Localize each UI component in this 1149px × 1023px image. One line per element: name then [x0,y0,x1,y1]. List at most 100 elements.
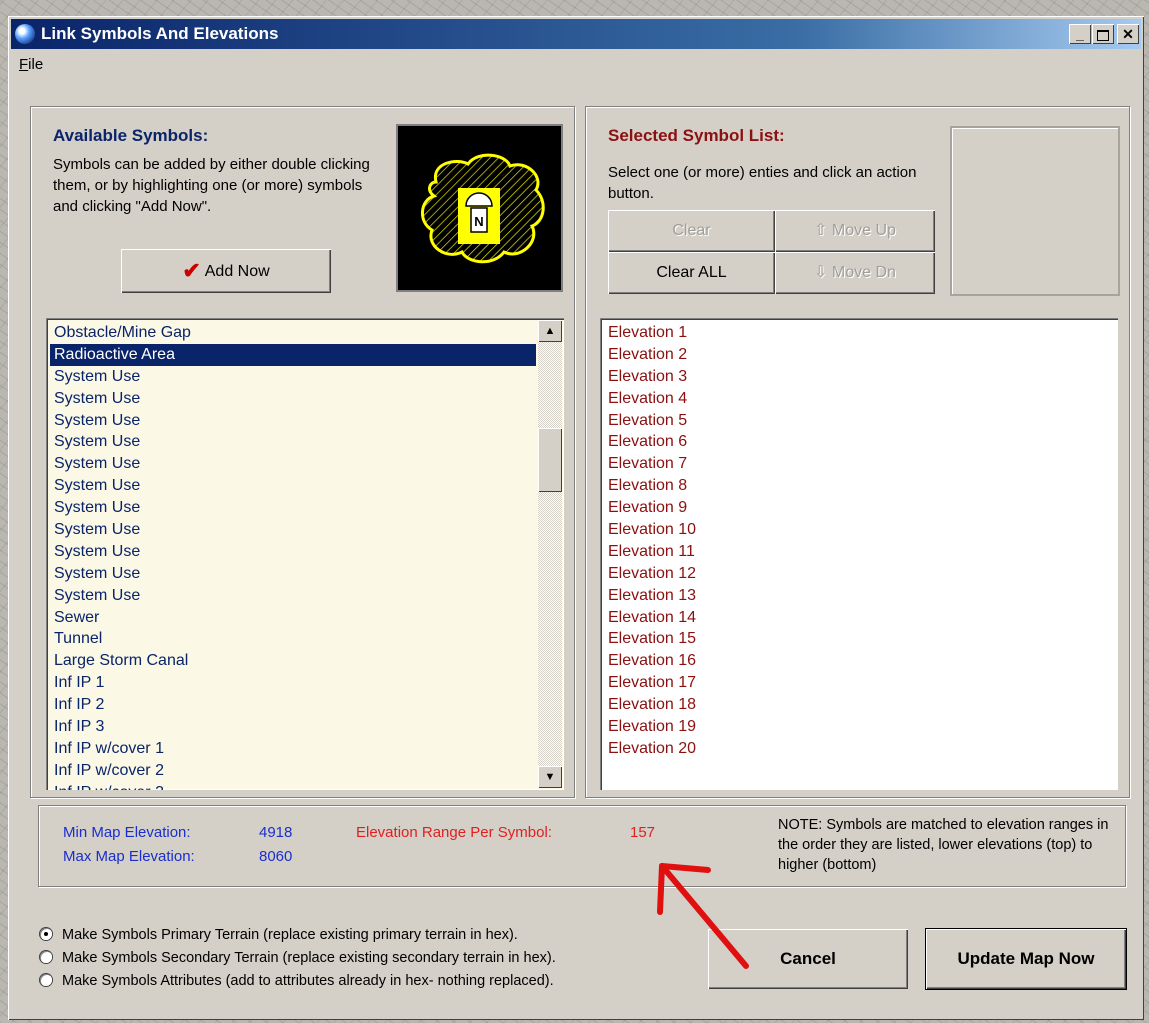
add-now-label: Add Now [204,263,270,280]
available-symbol-item[interactable]: System Use [50,388,536,410]
close-icon: ✕ [1122,26,1134,42]
move-up-label: Move Up [831,222,896,239]
available-symbols-list: Obstacle/Mine Gap Radioactive Area System … [50,322,536,790]
menu-file[interactable]: File [19,56,43,73]
selected-symbol-item[interactable]: Elevation 18 [604,694,1104,716]
option-secondary-terrain[interactable]: Make Symbols Secondary Terrain (replace … [40,950,556,966]
selected-symbol-item[interactable]: Elevation 15 [604,628,1104,650]
arrow-down-icon: ▼ [544,771,556,783]
selected-symbols-listbox[interactable]: Elevation 1 Elevation 2 Elevation 3 Elevati… [600,318,1118,790]
globe-icon [15,24,35,44]
radio-attributes[interactable] [40,974,52,986]
selected-symbol-item[interactable]: Elevation 1 [604,322,1104,344]
selected-symbol-item[interactable]: Elevation 14 [604,607,1104,629]
checkmark-icon: ✔ [182,258,201,283]
available-symbol-item[interactable]: System Use [50,563,536,585]
available-symbol-item[interactable]: System Use [50,541,536,563]
selected-symbol-item[interactable]: Elevation 7 [604,453,1104,475]
radioactive-area-symbol: N [421,153,545,264]
selected-symbol-preview [950,126,1120,296]
minimize-button[interactable]: _ [1069,24,1091,44]
window-title: Link Symbols And Elevations [41,24,279,43]
available-help-text: Symbols can be added by either double cl… [53,156,370,215]
symbol-preview: N [396,124,563,292]
option-secondary-label: Make Symbols Secondary Terrain (replace … [62,950,556,966]
available-symbol-item[interactable]: Inf IP 1 [50,672,536,694]
max-elevation-value: 8060 [259,848,293,865]
note-text: NOTE: Symbols are matched to elevation r… [778,817,1109,873]
selected-symbols-list: Elevation 1 Elevation 2 Elevation 3 Elevati… [604,322,1104,760]
available-symbol-item[interactable]: System Use [50,366,536,388]
selected-help-text: Select one (or more) enties and click an… [608,164,917,202]
selected-symbol-item[interactable]: Elevation 9 [604,497,1104,519]
selected-symbol-item[interactable]: Elevation 8 [604,475,1104,497]
scroll-up-button[interactable]: ▲ [538,320,562,342]
hollow-arrow-down-icon: ⇩ [814,264,828,281]
close-button[interactable]: ✕ [1117,24,1139,44]
preview-letter: N [474,214,483,229]
available-symbol-item[interactable]: Large Storm Canal [50,650,536,672]
available-symbol-item[interactable]: System Use [50,453,536,475]
available-scrollbar[interactable]: ▲ ▼ [538,320,562,788]
option-primary-label: Make Symbols Primary Terrain (replace ex… [62,927,518,943]
min-elevation-value: 4918 [259,824,293,841]
selected-symbol-item[interactable]: Elevation 10 [604,519,1104,541]
radio-secondary[interactable] [40,951,52,963]
selected-symbol-item[interactable]: Elevation 4 [604,388,1104,410]
selected-symbols-header: Selected Symbol List: [608,126,785,145]
selected-symbol-item[interactable]: Elevation 5 [604,410,1104,432]
scroll-down-button[interactable]: ▼ [538,766,562,788]
option-attributes[interactable]: Make Symbols Attributes (add to attribut… [40,973,554,989]
available-symbol-item[interactable]: Sewer [50,607,536,629]
move-down-button[interactable]: ⇩ Move Dn [775,252,935,294]
selected-symbol-item[interactable]: Elevation 19 [604,716,1104,738]
radio-primary[interactable] [40,928,52,940]
available-symbol-item[interactable]: System Use [50,410,536,432]
available-symbol-item[interactable]: Inf IP w/cover 2 [50,760,536,782]
maximize-button[interactable] [1092,24,1114,44]
available-symbol-item[interactable]: System Use [50,475,536,497]
selected-symbol-item[interactable]: Elevation 17 [604,672,1104,694]
available-symbol-item[interactable]: Tunnel [50,628,536,650]
add-now-button[interactable]: ✔ Add Now [121,249,331,293]
available-symbol-item[interactable]: Inf IP w/cover 3 [50,782,536,790]
option-primary-terrain[interactable]: Make Symbols Primary Terrain (replace ex… [40,927,518,943]
available-symbol-item[interactable]: Inf IP 2 [50,694,536,716]
available-symbols-header: Available Symbols: [53,126,209,145]
selected-symbol-item[interactable]: Elevation 2 [604,344,1104,366]
available-symbol-item[interactable]: System Use [50,519,536,541]
clear-all-button[interactable]: Clear ALL [608,252,775,294]
move-down-label: Move Dn [831,264,896,281]
min-elevation-label: Min Map Elevation: [63,824,191,841]
available-symbol-item[interactable]: System Use [50,585,536,607]
update-map-now-button[interactable]: Update Map Now [926,929,1126,989]
move-up-button[interactable]: ⇧ Move Up [775,210,935,252]
selected-symbol-item[interactable]: Elevation 16 [604,650,1104,672]
hollow-arrow-up-icon: ⇧ [814,222,828,239]
available-symbol-item[interactable]: System Use [50,497,536,519]
available-symbol-item[interactable]: Radioactive Area [50,343,536,366]
available-symbol-item[interactable]: System Use [50,431,536,453]
annotation-arrow-icon [657,863,749,969]
clear-button[interactable]: Clear [608,210,775,252]
minimize-icon: _ [1076,26,1084,42]
dialog-window: Link Symbols And Elevations _ ✕ File Ava… [8,16,1144,1020]
max-elevation-label: Max Map Elevation: [63,848,195,865]
maximize-icon [1097,30,1109,41]
selected-symbol-item[interactable]: Elevation 3 [604,366,1104,388]
available-symbol-item[interactable]: Inf IP 3 [50,716,536,738]
scroll-thumb[interactable] [538,428,562,492]
selected-symbol-item[interactable]: Elevation 6 [604,431,1104,453]
selected-symbol-item[interactable]: Elevation 13 [604,585,1104,607]
selected-symbol-item[interactable]: Elevation 11 [604,541,1104,563]
available-symbols-listbox[interactable]: Obstacle/Mine Gap Radioactive Area System … [46,318,564,790]
selected-symbol-item[interactable]: Elevation 20 [604,738,1104,760]
selected-symbol-item[interactable]: Elevation 12 [604,563,1104,585]
arrow-up-icon: ▲ [544,325,556,337]
range-per-symbol-label: Elevation Range Per Symbol: [356,824,552,841]
available-symbol-item[interactable]: Obstacle/Mine Gap [50,322,536,344]
available-symbol-item[interactable]: Inf IP w/cover 1 [50,738,536,760]
title-bar[interactable]: Link Symbols And Elevations _ ✕ [11,19,1141,49]
menu-bar: File [11,52,1141,78]
option-attributes-label: Make Symbols Attributes (add to attribut… [62,973,554,989]
